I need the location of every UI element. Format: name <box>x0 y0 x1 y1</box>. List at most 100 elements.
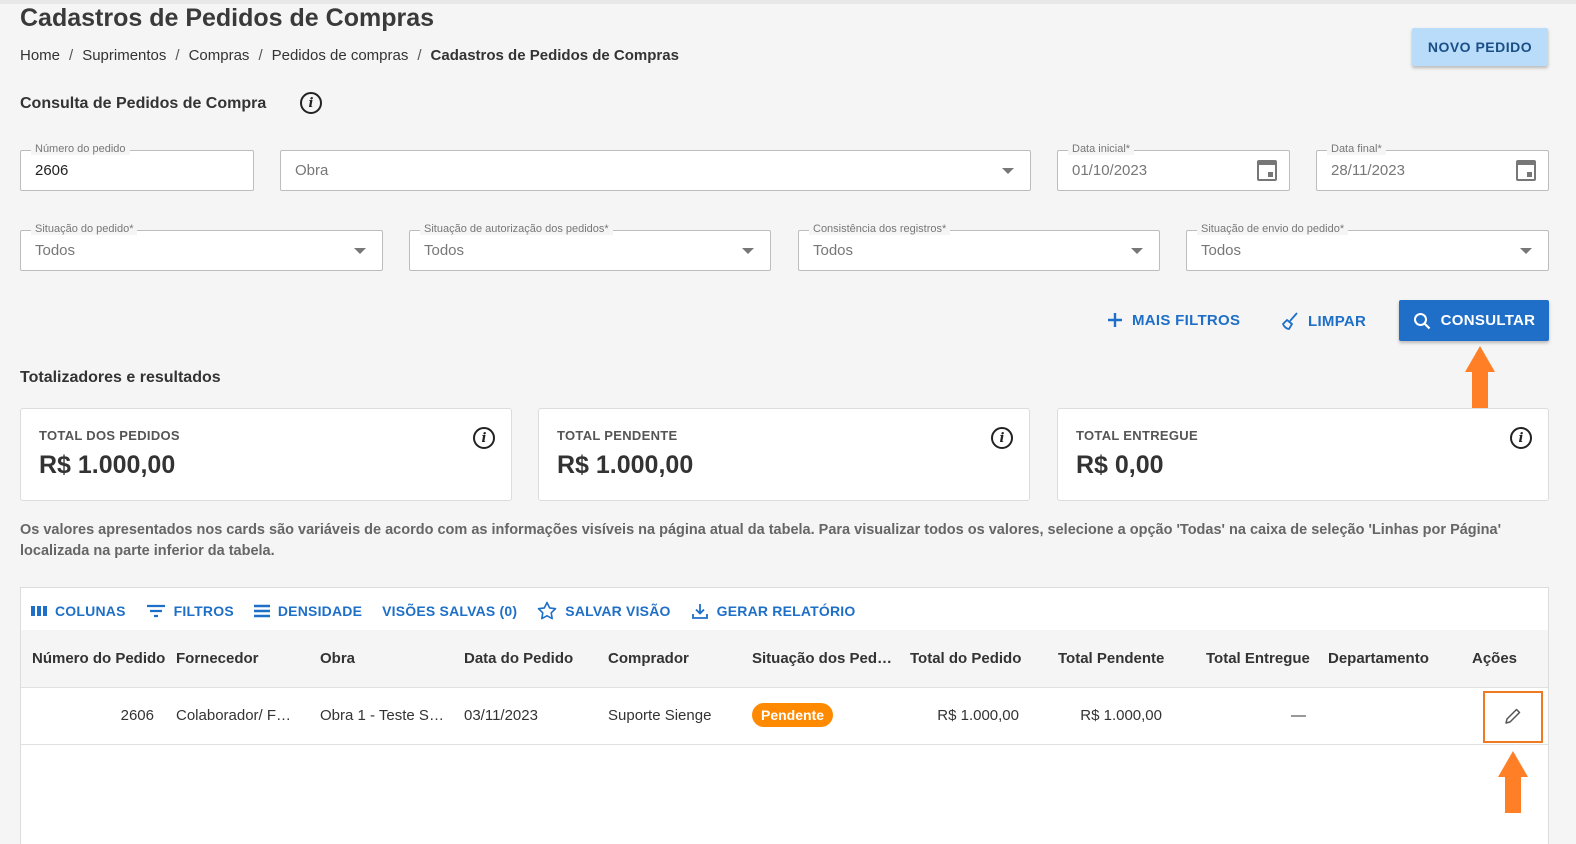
consistency-label: Consistência dos registros* <box>809 223 951 235</box>
calendar-icon[interactable] <box>1257 160 1277 181</box>
column-header[interactable]: Obra <box>320 650 355 667</box>
pencil-icon <box>1505 708 1521 724</box>
save-view-label: SALVAR VISÃO <box>565 602 671 619</box>
breadcrumb-separator: / <box>417 47 422 64</box>
totals-section-title: Totalizadores e resultados <box>20 369 221 386</box>
obra-placeholder: Obra <box>295 162 329 179</box>
breadcrumb-separator: / <box>175 47 180 64</box>
density-button[interactable]: DENSIDADE <box>253 601 362 620</box>
card-value: R$ 1.000,00 <box>557 451 694 479</box>
filters-section-title: Consulta de Pedidos de Compra <box>20 95 267 112</box>
search-button[interactable]: CONSULTAR <box>1399 300 1549 341</box>
order-status-value: Todos <box>35 242 76 259</box>
columns-button[interactable]: COLUNAS <box>31 601 126 620</box>
table-toolbar: COLUNAS FILTROS DENSIDADE VISÕES SALVAS … <box>31 601 855 620</box>
status-badge: Pendente <box>752 703 834 727</box>
card-value: R$ 0,00 <box>1076 451 1164 479</box>
consistency-select[interactable]: Consistência dos registros* Todos <box>798 223 1160 271</box>
breadcrumb-suprimentos[interactable]: Suprimentos <box>82 47 166 64</box>
annotation-arrow-up <box>1498 751 1528 813</box>
card-title: TOTAL PENDENTE <box>557 428 678 443</box>
end-date-field[interactable]: Data final* 28/11/2023 <box>1316 143 1549 191</box>
total-orders-card: TOTAL DOS PEDIDOS R$ 1.000,00 i <box>20 408 512 501</box>
chevron-down-icon <box>1131 248 1143 254</box>
cell-buyer: Suporte Sienge <box>608 707 712 724</box>
total-delivered-card: TOTAL ENTREGUE R$ 0,00 i <box>1057 408 1549 501</box>
broom-icon <box>1282 312 1298 330</box>
cell-total-order: R$ 1.000,00 <box>937 707 1019 724</box>
order-number-label: Número do pedido <box>31 143 130 155</box>
info-icon[interactable]: i <box>1510 427 1532 449</box>
generate-report-label: GERAR RELATÓRIO <box>716 602 856 619</box>
generate-report-button[interactable]: GERAR RELATÓRIO <box>691 601 856 620</box>
saved-views-button[interactable]: VISÕES SALVAS (0) <box>382 601 517 620</box>
orders-table: COLUNAS FILTROS DENSIDADE VISÕES SALVAS … <box>20 587 1549 844</box>
breadcrumb-compras[interactable]: Compras <box>189 47 250 64</box>
clear-button[interactable]: LIMPAR <box>1280 311 1366 331</box>
end-date-label: Data final* <box>1327 143 1386 155</box>
page-title: Cadastros de Pedidos de Compras <box>20 4 435 32</box>
saved-views-label: VISÕES SALVAS (0) <box>382 602 518 619</box>
info-icon[interactable]: i <box>991 427 1013 449</box>
authorization-status-select[interactable]: Situação de autorização dos pedidos* Tod… <box>409 223 771 271</box>
column-header[interactable]: Total Pendente <box>1058 650 1164 667</box>
order-status-label: Situação do pedido* <box>31 223 138 235</box>
cell-obra: Obra 1 - Teste S… <box>320 707 444 724</box>
chevron-down-icon <box>1520 248 1532 254</box>
order-status-select[interactable]: Situação do pedido* Todos <box>20 223 383 271</box>
edit-button[interactable] <box>1483 691 1543 743</box>
chevron-down-icon <box>354 248 366 254</box>
columns-icon <box>31 605 47 616</box>
breadcrumb: Home / Suprimentos / Compras / Pedidos d… <box>20 47 679 64</box>
star-icon <box>537 601 557 620</box>
clear-label: LIMPAR <box>1308 312 1367 330</box>
new-order-button[interactable]: NOVO PEDIDO <box>1412 28 1548 66</box>
card-title: TOTAL DOS PEDIDOS <box>39 428 180 443</box>
search-label: CONSULTAR <box>1440 312 1536 329</box>
column-header[interactable]: Comprador <box>608 650 689 667</box>
obra-select[interactable]: Obra <box>280 150 1031 191</box>
breadcrumb-home[interactable]: Home <box>20 47 60 64</box>
send-status-label: Situação de envio do pedido* <box>1197 223 1349 235</box>
consistency-value: Todos <box>813 242 854 259</box>
columns-label: COLUNAS <box>55 602 126 619</box>
density-icon <box>253 604 270 617</box>
column-header[interactable]: Ações <box>1472 650 1517 667</box>
more-filters-button[interactable]: MAIS FILTROS <box>1106 311 1240 329</box>
search-icon <box>1413 312 1430 329</box>
order-number-value: 2606 <box>35 162 69 179</box>
order-number-field[interactable]: Número do pedido 2606 <box>20 143 254 191</box>
column-header[interactable]: Total do Pedido <box>910 650 1021 667</box>
calendar-icon[interactable] <box>1516 160 1536 181</box>
cell-date: 03/11/2023 <box>464 707 538 724</box>
table-header: Número do Pedido Fornecedor Obra Data do… <box>21 630 1548 688</box>
authorization-status-value: Todos <box>424 242 465 259</box>
breadcrumb-separator: / <box>258 47 263 64</box>
filters-label: FILTROS <box>173 602 234 619</box>
filters-button[interactable]: FILTROS <box>146 601 234 620</box>
save-view-button[interactable]: SALVAR VISÃO <box>537 601 670 620</box>
cell-total-delivered: — <box>1291 707 1306 724</box>
info-icon[interactable]: i <box>473 427 495 449</box>
column-header[interactable]: Número do Pedido <box>32 650 165 667</box>
column-header[interactable]: Data do Pedido <box>464 650 573 667</box>
total-pending-card: TOTAL PENDENTE R$ 1.000,00 i <box>538 408 1030 501</box>
column-header[interactable]: Situação dos Ped… <box>752 650 892 667</box>
column-header[interactable]: Total Entregue <box>1206 650 1310 667</box>
plus-icon <box>1108 313 1122 327</box>
info-icon[interactable]: i <box>300 92 322 114</box>
chevron-down-icon <box>1002 168 1014 174</box>
table-row[interactable]: 2606 Colaborador/ F… Obra 1 - Teste S… 0… <box>21 688 1548 745</box>
cell-total-pending: R$ 1.000,00 <box>1080 707 1162 724</box>
send-status-select[interactable]: Situação de envio do pedido* Todos <box>1186 223 1549 271</box>
authorization-status-label: Situação de autorização dos pedidos* <box>420 223 613 235</box>
card-title: TOTAL ENTREGUE <box>1076 428 1198 443</box>
totals-note: Os valores apresentados nos cards são va… <box>20 522 1502 559</box>
column-header[interactable]: Fornecedor <box>176 650 259 667</box>
start-date-field[interactable]: Data inicial* 01/10/2023 <box>1057 143 1290 191</box>
breadcrumb-pedidos[interactable]: Pedidos de compras <box>272 47 409 64</box>
send-status-value: Todos <box>1201 242 1242 259</box>
filter-icon <box>146 604 165 617</box>
column-header[interactable]: Departamento <box>1328 650 1429 667</box>
chevron-down-icon <box>742 248 754 254</box>
